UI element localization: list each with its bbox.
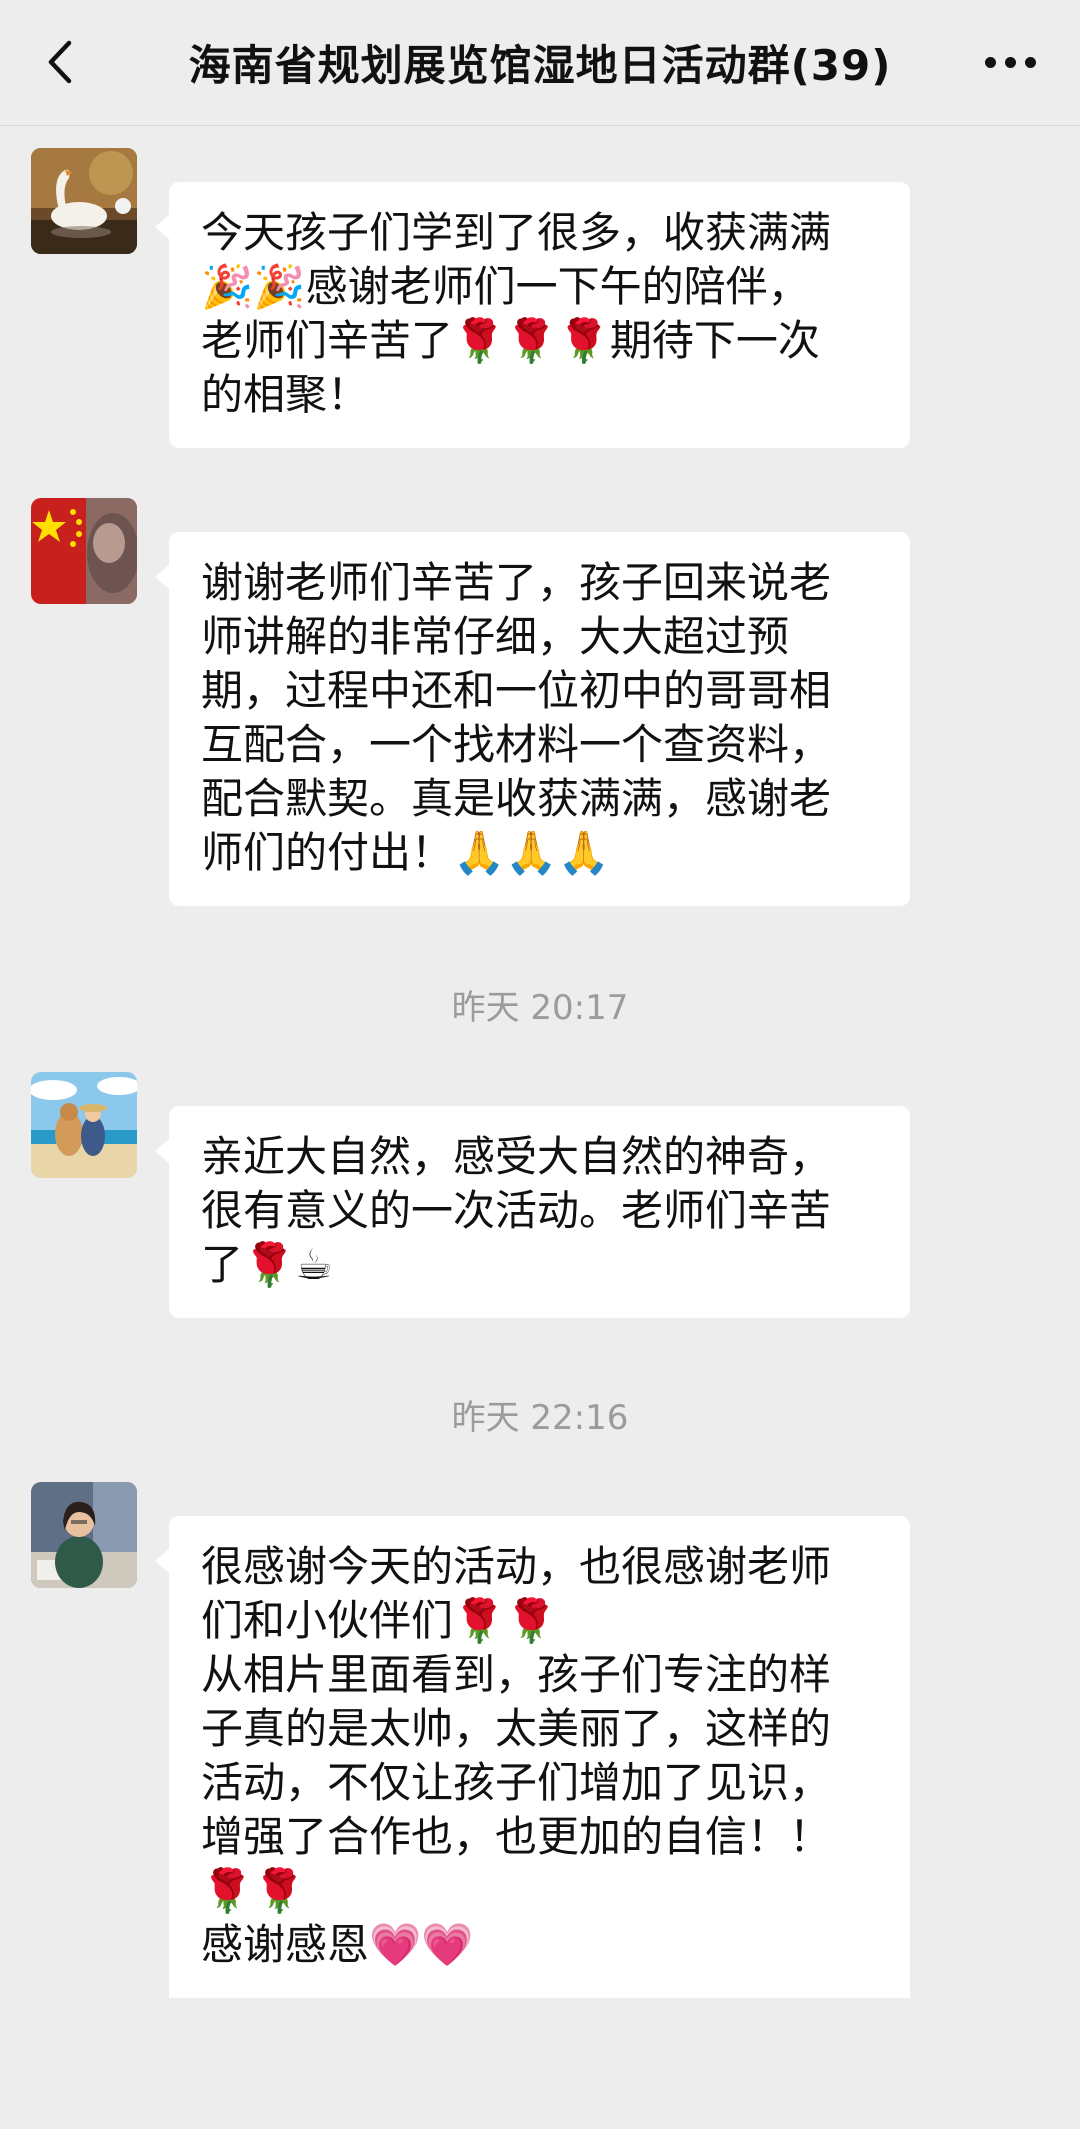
timestamp: 昨天 20:17 xyxy=(451,988,629,1028)
message-line: 🎉🎉感谢老师们一下午的陪伴， xyxy=(201,262,810,311)
message-line: 🌹🌹 xyxy=(201,1866,306,1915)
message-line: 很感谢今天的活动，也很感谢老师 xyxy=(201,1542,832,1591)
flag-avatar[interactable] xyxy=(31,498,137,604)
message-line: 很有意义的一次活动。老师们辛苦 xyxy=(201,1186,832,1235)
chat-header: 海南省规划展览馆湿地日活动群(39) xyxy=(0,0,1080,126)
swan-avatar[interactable] xyxy=(31,148,137,254)
message-line: 增强了合作也，也更加的自信！！ xyxy=(201,1812,832,1861)
message-line: 互配合，一个找材料一个查资料， xyxy=(201,720,832,769)
timestamp: 昨天 22:16 xyxy=(451,1398,629,1438)
message-line: 的相聚！ xyxy=(201,370,370,419)
message-line: 活动，不仅让孩子们增加了见识， xyxy=(201,1758,832,1807)
message-bubble[interactable]: 今天孩子们学到了很多，收获满满 🎉🎉感谢老师们一下午的陪伴， 老师们辛苦了🌹🌹🌹… xyxy=(155,182,910,448)
more-options-button[interactable] xyxy=(970,32,1050,92)
message-line: 配合默契。真是收获满满，感谢老 xyxy=(201,774,832,823)
message-bubble[interactable]: 亲近大自然，感受大自然的神奇， 很有意义的一次活动。老师们辛苦 了🌹☕ xyxy=(155,1106,910,1318)
chat-title: 海南省规划展览馆湿地日活动群(39) xyxy=(188,41,892,90)
beach-avatar[interactable] xyxy=(31,1072,137,1178)
message-line: 老师们辛苦了🌹🌹🌹期待下一次 xyxy=(201,316,820,365)
message-line: 期，过程中还和一位初中的哥哥相 xyxy=(201,666,832,715)
message-bubble[interactable]: 谢谢老师们辛苦了，孩子回来说老 师讲解的非常仔细，大大超过预 期，过程中还和一位… xyxy=(155,532,910,906)
message-line: 们和小伙伴们🌹🌹 xyxy=(201,1596,558,1645)
message-bubble[interactable]: 很感谢今天的活动，也很感谢老师 们和小伙伴们🌹🌹 从相片里面看到，孩子们专注的样… xyxy=(155,1516,910,1998)
woman-avatar[interactable] xyxy=(31,1482,137,1588)
message-line: 师们的付出！🙏🙏🙏 xyxy=(201,828,610,877)
message-line: 今天孩子们学到了很多，收获满满 xyxy=(201,208,832,257)
message-line: 谢谢老师们辛苦了，孩子回来说老 xyxy=(201,558,832,607)
more-dots-icon xyxy=(984,56,996,68)
message-line: 子真的是太帅，太美丽了，这样的 xyxy=(201,1704,832,1753)
message-line: 感谢感恩💗💗 xyxy=(201,1920,474,1969)
message-line: 从相片里面看到，孩子们专注的样 xyxy=(201,1650,832,1699)
chevron-left-icon xyxy=(48,40,72,84)
message-line: 亲近大自然，感受大自然的神奇， xyxy=(201,1132,832,1181)
message-line: 了🌹☕ xyxy=(201,1240,333,1289)
message-line: 师讲解的非常仔细，大大超过预 xyxy=(201,612,790,661)
back-button[interactable] xyxy=(30,32,90,92)
